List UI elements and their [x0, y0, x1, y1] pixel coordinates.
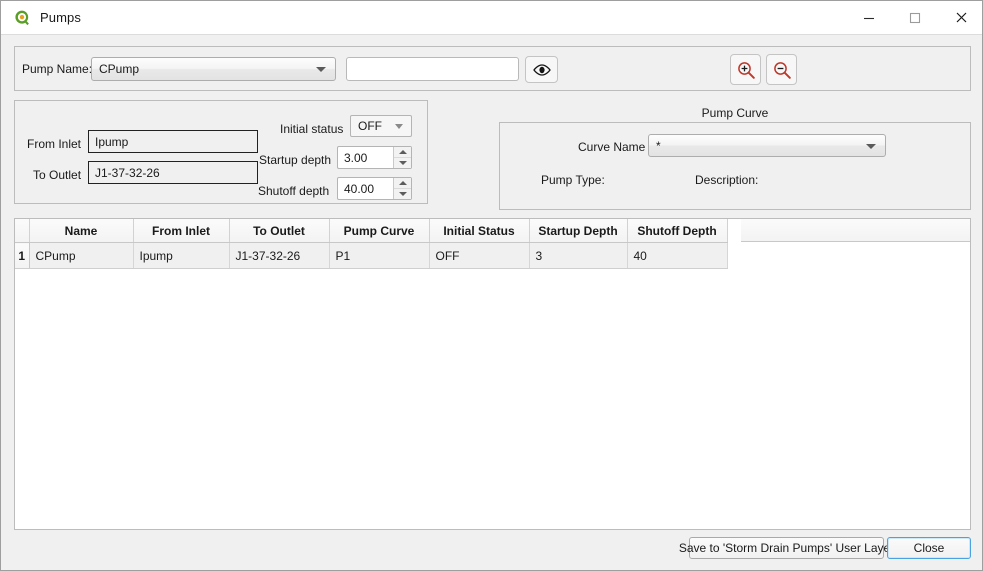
table-row[interactable]: 1 CPump Ipump J1-37-32-26 P1 OFF 3 40 [15, 243, 727, 269]
pump-name-combo[interactable]: CPump [91, 57, 336, 81]
table-corner-header[interactable] [15, 219, 29, 243]
from-inlet-value: Ipump [95, 135, 128, 149]
close-icon[interactable] [938, 1, 983, 34]
from-inlet-field[interactable]: Ipump [88, 130, 258, 153]
cell-from-inlet[interactable]: Ipump [133, 243, 229, 269]
close-button[interactable]: Close [887, 537, 971, 559]
pump-name-combo-value: CPump [99, 62, 139, 76]
chevron-down-icon [866, 144, 876, 149]
pump-name-label: Pump Name: [22, 62, 92, 76]
table-header-filler [741, 219, 970, 242]
pumps-table-grid: Name From Inlet To Outlet Pump Curve Ini… [15, 219, 728, 269]
pump-properties-panel: From Inlet Ipump To Outlet J1-37-32-26 I… [14, 100, 428, 204]
pump-curve-panel: Curve Name * Pump Type: Description: [499, 122, 971, 210]
curve-name-combo[interactable]: * [648, 134, 886, 157]
column-header-from-inlet[interactable]: From Inlet [133, 219, 229, 243]
to-outlet-label: To Outlet [33, 168, 81, 182]
cell-pump-curve[interactable]: P1 [329, 243, 429, 269]
from-inlet-label: From Inlet [27, 137, 81, 151]
zoom-out-button[interactable] [766, 54, 797, 85]
initial-status-label: Initial status [280, 122, 343, 136]
pump-selector-panel: Pump Name: CPump [14, 46, 971, 91]
row-header-index[interactable]: 1 [15, 243, 29, 269]
cell-name[interactable]: CPump [29, 243, 133, 269]
cell-shutoff-depth[interactable]: 40 [627, 243, 727, 269]
startup-depth-value: 3.00 [338, 151, 393, 165]
startup-depth-stepper[interactable] [393, 147, 411, 168]
zoom-in-button[interactable] [730, 54, 761, 85]
chevron-down-icon [316, 67, 326, 72]
minimize-icon[interactable] [846, 1, 892, 34]
startup-depth-label: Startup depth [259, 153, 331, 167]
pumps-dialog: Pumps Pump Name: CPump [0, 0, 983, 571]
to-outlet-value: J1-37-32-26 [95, 166, 160, 180]
table-header-row: Name From Inlet To Outlet Pump Curve Ini… [15, 219, 727, 243]
save-to-user-layer-button[interactable]: Save to 'Storm Drain Pumps' User Layer [689, 537, 884, 559]
column-header-pump-curve[interactable]: Pump Curve [329, 219, 429, 243]
stepper-down-icon[interactable] [394, 158, 411, 168]
column-header-initial-status[interactable]: Initial Status [429, 219, 529, 243]
column-header-to-outlet[interactable]: To Outlet [229, 219, 329, 243]
toggle-visibility-button[interactable] [525, 56, 558, 83]
zoom-out-icon [772, 60, 792, 80]
maximize-icon[interactable] [892, 1, 938, 34]
window-controls [846, 1, 983, 34]
curve-name-value: * [656, 139, 661, 153]
pumps-table[interactable]: Name From Inlet To Outlet Pump Curve Ini… [14, 218, 971, 530]
column-header-startup-depth[interactable]: Startup Depth [529, 219, 627, 243]
initial-status-value: OFF [358, 119, 382, 133]
cell-startup-depth[interactable]: 3 [529, 243, 627, 269]
cell-to-outlet[interactable]: J1-37-32-26 [229, 243, 329, 269]
zoom-in-icon [736, 60, 756, 80]
shutoff-depth-spinbox[interactable]: 40.00 [337, 177, 412, 200]
initial-status-combo[interactable]: OFF [350, 115, 412, 137]
stepper-up-icon[interactable] [394, 178, 411, 189]
shutoff-depth-value: 40.00 [338, 182, 393, 196]
shutoff-depth-stepper[interactable] [393, 178, 411, 199]
eye-icon [532, 63, 552, 77]
curve-name-label: Curve Name [578, 140, 645, 154]
window-title: Pumps [40, 10, 81, 25]
cell-initial-status[interactable]: OFF [429, 243, 529, 269]
stepper-down-icon[interactable] [394, 189, 411, 199]
stepper-up-icon[interactable] [394, 147, 411, 158]
startup-depth-spinbox[interactable]: 3.00 [337, 146, 412, 169]
pump-type-label: Pump Type: [541, 173, 605, 187]
to-outlet-field[interactable]: J1-37-32-26 [88, 161, 258, 184]
column-header-name[interactable]: Name [29, 219, 133, 243]
search-input[interactable] [346, 57, 519, 81]
title-bar: Pumps [1, 1, 983, 35]
qgis-logo-icon [13, 9, 31, 27]
description-label: Description: [695, 173, 758, 187]
pump-curve-group-title: Pump Curve [499, 106, 971, 120]
chevron-down-icon [395, 124, 403, 129]
column-header-shutoff-depth[interactable]: Shutoff Depth [627, 219, 727, 243]
shutoff-depth-label: Shutoff depth [258, 184, 329, 198]
